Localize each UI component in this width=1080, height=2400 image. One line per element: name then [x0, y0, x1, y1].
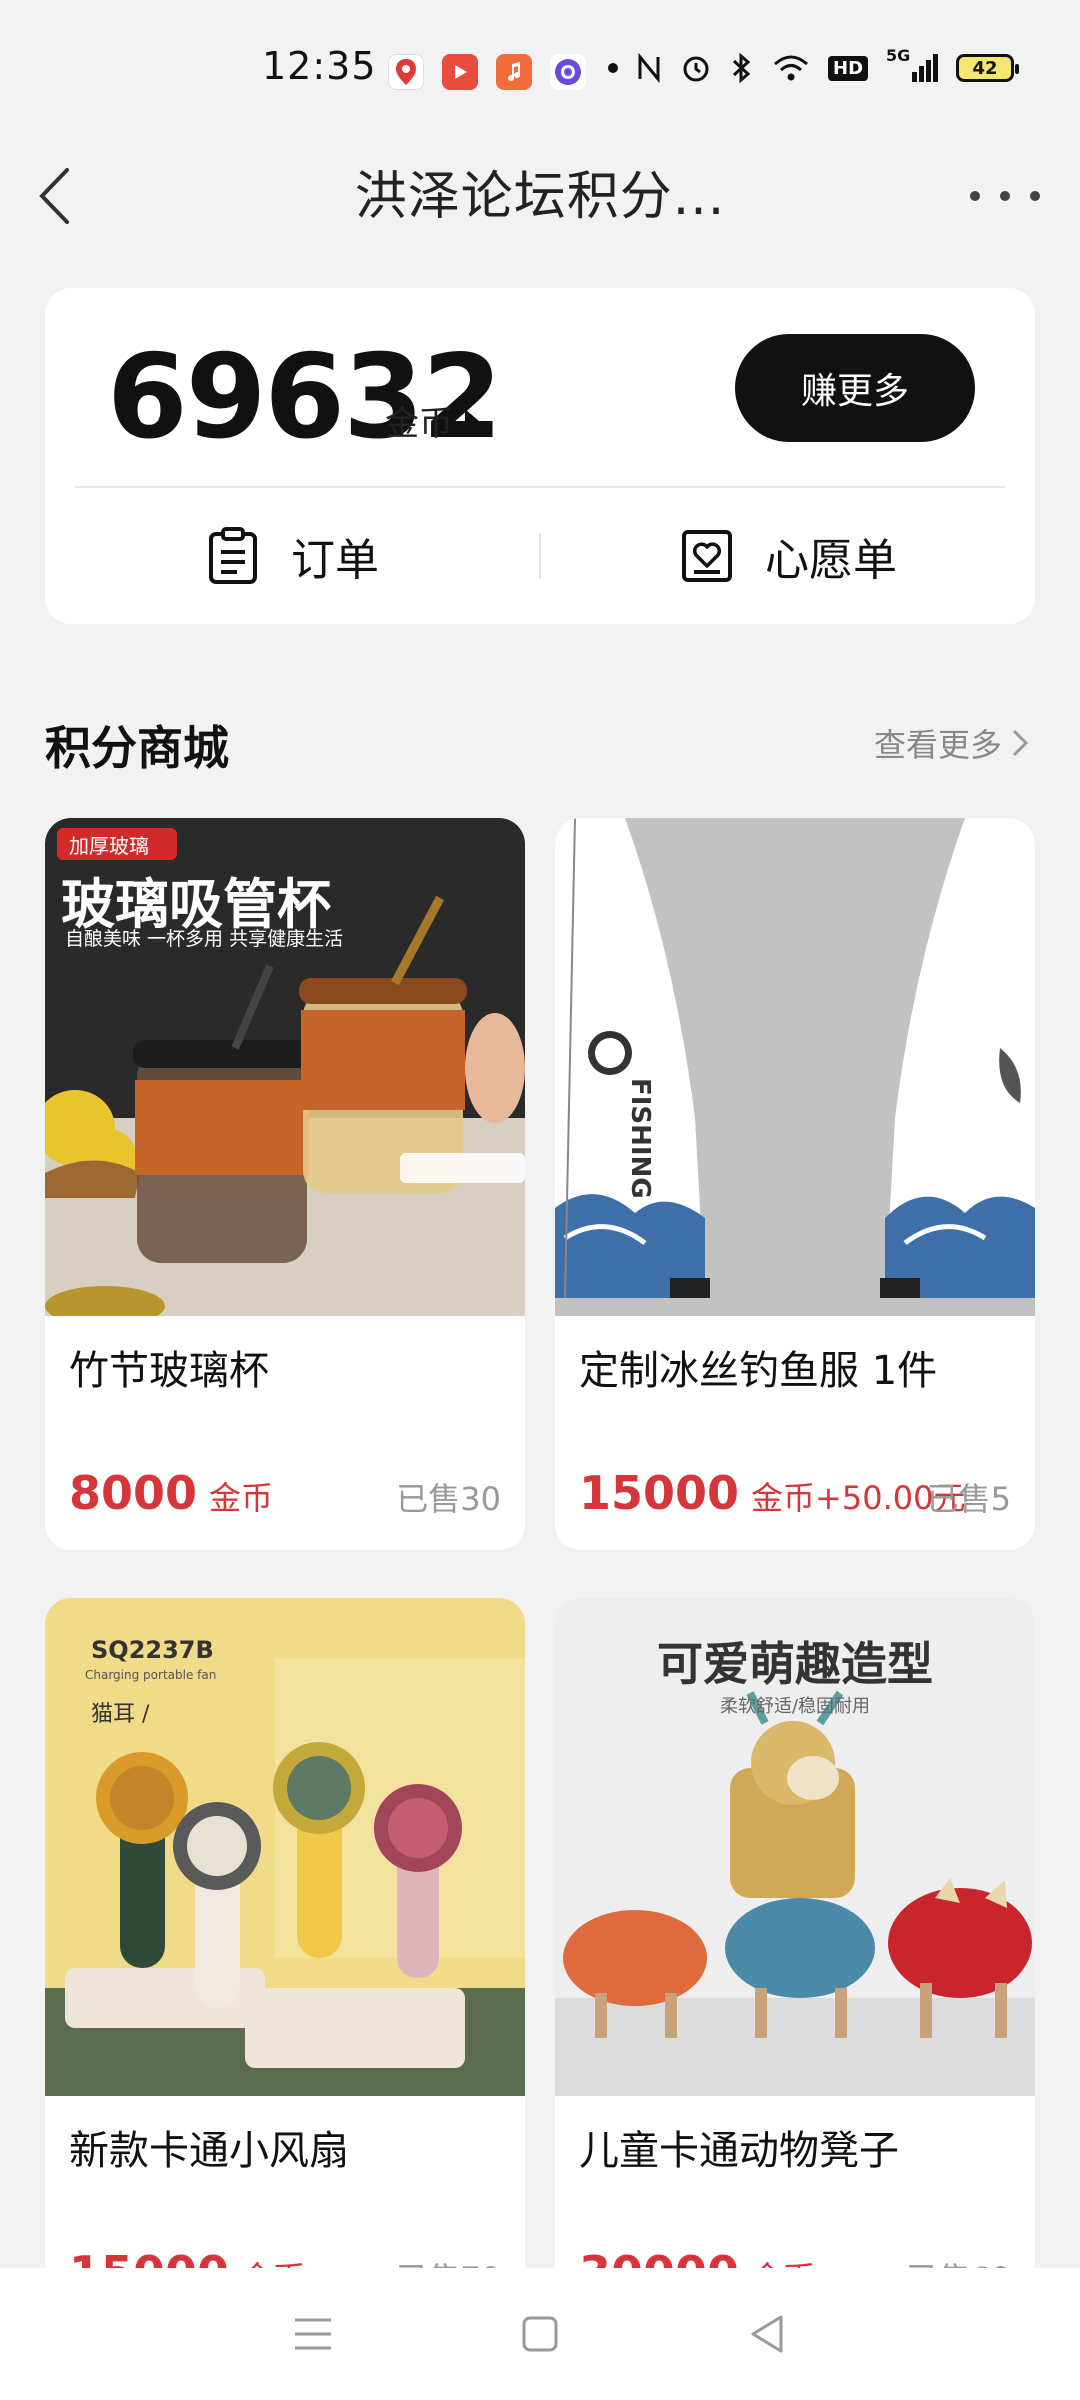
earn-more-button[interactable]: 赚更多 — [735, 334, 975, 442]
product-image: SQ2237B Charging portable fan 猫耳 / — [45, 1598, 525, 2096]
price-row: 15000 金币+50.00元 — [579, 1466, 965, 1520]
product-price: 15000 — [69, 2246, 229, 2268]
see-more-link[interactable]: 查看更多 — [874, 720, 1028, 766]
price-unit: 金币 — [241, 2253, 305, 2268]
map-app-icon — [388, 54, 424, 90]
product-name: 定制冰丝钓鱼服 1件 — [579, 1348, 938, 1394]
wishlist-link[interactable]: 心愿单 — [541, 488, 1035, 624]
product-card[interactable]: 可爱萌趣造型 柔软舒适/稳固耐用 儿童卡通动物凳子 30000 金币 已售60 — [555, 1598, 1035, 2268]
image-subtitle: Charging portable fan — [85, 1668, 217, 1682]
square-icon — [522, 2316, 558, 2352]
alarm-icon — [683, 56, 709, 82]
price-unit: 金币 — [209, 1479, 274, 1517]
triangle-right-icon — [465, 408, 479, 433]
image-text: FISHING — [625, 1078, 655, 1199]
image-title: SQ2237B — [91, 1636, 214, 1664]
system-status: HD 5G 42 — [608, 46, 1020, 84]
coin-unit: 金币 — [385, 404, 453, 444]
sold-count: 已售70 — [396, 2254, 501, 2268]
price-unit: 金币 — [751, 2253, 815, 2268]
product-card[interactable]: 加厚玻璃 玻璃吸管杯 自酿美味 一杯多用 共享健康生活 竹节玻璃杯 8000 金… — [45, 818, 525, 1550]
battery-icon: 42 — [956, 54, 1020, 82]
image-subtitle: 自酿美味 一杯多用 共享健康生活 — [65, 928, 344, 950]
triangle-back-icon — [751, 2315, 783, 2353]
more-options-button[interactable] — [970, 176, 1040, 216]
product-image: 加厚玻璃 玻璃吸管杯 自酿美味 一杯多用 共享健康生活 — [45, 818, 525, 1316]
sold-count: 已售5 — [926, 1480, 1011, 1518]
chevron-right-icon — [1012, 729, 1028, 757]
signal-icon: 5G — [886, 46, 939, 82]
image-badge: 加厚玻璃 — [69, 834, 149, 858]
status-time: 12:35 — [262, 44, 377, 88]
price-row: 8000 金币 — [69, 1466, 273, 1520]
battery-level: 42 — [972, 57, 998, 79]
product-name: 新款卡通小风扇 — [69, 2128, 349, 2174]
product-price: 15000 — [579, 1466, 740, 1520]
product-price: 30000 — [579, 2246, 739, 2268]
home-button[interactable] — [500, 2294, 580, 2374]
dot-icon — [1030, 191, 1040, 201]
product-price: 8000 — [69, 1466, 198, 1520]
product-image: 可爱萌趣造型 柔软舒适/稳固耐用 — [555, 1598, 1035, 2096]
status-bar: 12:35 HD 5G 42 — [0, 0, 1080, 140]
app-header: 洪泽论坛积分... — [0, 140, 1080, 250]
image-tag: 猫耳 / — [91, 1702, 150, 1727]
clipboard-icon — [205, 525, 261, 587]
music-app-icon — [496, 54, 532, 90]
dot-icon — [1000, 191, 1010, 201]
bluetooth-icon — [732, 52, 751, 84]
section-title: 积分商城 — [45, 721, 229, 775]
network-type: 5G — [886, 46, 911, 65]
price-row: 15000 金币 — [69, 2246, 305, 2268]
page-title: 洪泽论坛积分... — [354, 167, 726, 227]
wishlist-label: 心愿单 — [765, 535, 897, 586]
see-more-label: 查看更多 — [873, 726, 1002, 764]
orders-link[interactable]: 订单 — [45, 488, 539, 624]
product-name: 竹节玻璃杯 — [69, 1348, 269, 1394]
product-name: 儿童卡通动物凳子 — [579, 2128, 899, 2174]
dot-icon — [970, 191, 980, 201]
product-card[interactable]: SQ2237B Charging portable fan 猫耳 / 新款卡通小… — [45, 1598, 525, 2268]
browser-app-icon — [550, 54, 586, 90]
system-nav-bar — [0, 2268, 1080, 2400]
heart-frame-icon — [679, 525, 735, 587]
price-row: 30000 金币 — [579, 2246, 815, 2268]
notification-dot-icon — [608, 63, 618, 73]
menu-icon — [295, 2318, 332, 2350]
wifi-icon — [774, 55, 808, 81]
sold-count: 已售60 — [906, 2254, 1011, 2268]
back-nav-button[interactable] — [727, 2294, 807, 2374]
product-image: FISHING — [555, 818, 1035, 1316]
notification-icons — [388, 54, 586, 90]
image-subtitle: 柔软舒适/稳固耐用 — [719, 1696, 871, 1717]
orders-label: 订单 — [291, 535, 379, 586]
image-title: 可爱萌趣造型 — [657, 1637, 933, 1691]
nfc-icon — [638, 53, 660, 83]
hd-badge: HD — [828, 55, 869, 81]
coin-detail-link[interactable]: 金币 — [385, 396, 479, 445]
coin-quick-links: 订单 心愿单 — [45, 488, 1035, 624]
coin-balance-card: 69632 金币 赚更多 订单 心愿单 — [45, 288, 1035, 624]
sold-count: 已售30 — [396, 1480, 501, 1518]
product-grid: 加厚玻璃 玻璃吸管杯 自酿美味 一杯多用 共享健康生活 竹节玻璃杯 8000 金… — [45, 818, 1035, 2268]
menu-button[interactable] — [273, 2294, 353, 2374]
product-card[interactable]: FISHING 定制冰丝钓鱼服 1件 15000 金币+50.00元 已售5 — [555, 818, 1035, 1550]
video-app-icon — [442, 54, 478, 90]
